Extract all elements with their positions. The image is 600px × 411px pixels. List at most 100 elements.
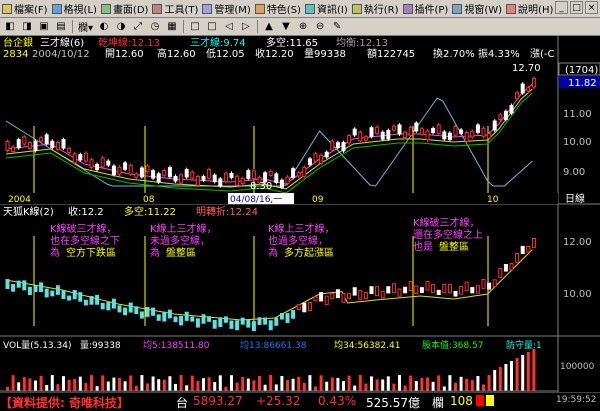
toolbar-button[interactable]: ⤢	[130, 20, 146, 34]
toolbar-button[interactable]: ▦	[164, 20, 180, 34]
mid-turn: 明轉折:12.24	[196, 205, 258, 218]
volume-bar	[504, 364, 508, 391]
toolbar-button[interactable]: ✎	[329, 20, 345, 34]
menu-item[interactable]: 執行(R)	[350, 0, 401, 17]
index-label: 台	[176, 396, 189, 410]
turnover-value: 換2.70%	[433, 48, 475, 60]
volume-bar	[101, 375, 105, 391]
menu-item[interactable]: 特色(S)	[253, 0, 303, 17]
volume-bar	[62, 376, 65, 391]
toolbar-button[interactable]: ◑	[113, 20, 129, 34]
candle	[526, 87, 531, 92]
mid-candle	[235, 320, 240, 331]
volume-bar	[269, 375, 273, 391]
chart-area[interactable]: 台企銀 三才線(6) 乾坤線:12.13 三才線:9.74 多空:11.65 均…	[0, 36, 600, 409]
mid-candle	[425, 280, 430, 291]
candle	[201, 176, 206, 181]
candle	[16, 139, 21, 149]
volume-bar	[118, 377, 121, 391]
x-label: 10	[487, 195, 499, 205]
menu-item[interactable]: 視窗(W)	[450, 0, 504, 17]
volume-bar	[498, 367, 502, 391]
candle	[156, 173, 161, 183]
mid-candle	[408, 281, 413, 291]
menu-item[interactable]: 說明(H)	[504, 0, 555, 17]
volume-bar	[431, 381, 435, 391]
toolbar-button[interactable]: ▤	[53, 20, 69, 34]
candle	[167, 167, 172, 178]
mid-candle	[274, 317, 279, 326]
candle	[134, 173, 139, 178]
volume-bar	[34, 380, 37, 391]
qiankun-value: 乾坤線:12.13	[98, 36, 160, 49]
volume-bar	[213, 382, 217, 391]
toolbar-button[interactable]: □	[187, 20, 203, 34]
toolbar-button[interactable]: ▷	[238, 20, 254, 34]
volume-bar	[168, 376, 172, 391]
minimize-button[interactable]: _	[555, 1, 568, 14]
candle	[39, 137, 44, 142]
menu-item[interactable]: 格視(L)	[50, 0, 99, 17]
menu-item[interactable]: 工具(T)	[150, 0, 200, 17]
menu-label: 檔案(F)	[14, 5, 48, 16]
junxin-value: 均衡:12.13	[336, 37, 388, 49]
status-bar: 【資料提供: 奇唯科技】 台 5893.27 +25.32 0.43% 525.…	[0, 392, 600, 410]
mid-candle	[67, 295, 72, 301]
menu-label: 視窗(W)	[464, 5, 503, 16]
menu-icon	[452, 3, 463, 14]
toolbar-button[interactable]: ▼	[278, 20, 294, 34]
note-text: 還在多空線之上	[413, 228, 483, 241]
toolbar-button[interactable]: ⊕	[295, 20, 311, 34]
mid-candle	[431, 284, 436, 294]
toolbar-separator	[72, 20, 73, 33]
vol-defense: 防守量:1	[506, 339, 542, 351]
candle	[470, 130, 475, 138]
toolbar-button[interactable]: ▣	[36, 20, 52, 34]
volume-bar	[437, 375, 441, 391]
menu-item[interactable]: 檔案(F)	[0, 0, 50, 17]
vol-ma5: 均5:138511.80	[143, 339, 210, 351]
mid-candle	[190, 316, 195, 322]
indicator-name: 三才線(6)	[40, 36, 84, 49]
mid-candle	[291, 310, 296, 319]
toolbar-button[interactable]: 欄▾	[76, 20, 95, 34]
mid-candle	[39, 282, 44, 293]
menu-item[interactable]: 插件(P)	[401, 0, 451, 17]
volume-bar	[274, 384, 278, 391]
close-button[interactable]: ×	[585, 1, 598, 14]
toolbar-button[interactable]: ▲	[261, 20, 277, 34]
toolbar-button[interactable]: □	[204, 20, 220, 34]
menu-items: 檔案(F) 格視(L) 畫面(D) 工具(T) 管理(M) 特色(S) 資訊(I) 執行(R)…	[0, 0, 555, 17]
volume-bar	[381, 379, 385, 391]
candle	[352, 128, 357, 136]
mid-candle	[520, 245, 525, 255]
candle	[509, 105, 514, 114]
volume-bar	[252, 380, 256, 391]
toolbar-button[interactable]: ◐	[96, 20, 112, 34]
mid-candle	[330, 293, 335, 299]
mid-candle	[324, 295, 329, 306]
menu-item[interactable]: 畫面(D)	[99, 0, 151, 17]
mid-candle	[145, 306, 150, 317]
toolbar-button[interactable]: ◨	[19, 20, 35, 34]
mid-candle	[257, 317, 262, 325]
volume-bar	[179, 375, 183, 391]
index-pct: 0.43%	[318, 394, 357, 408]
toolbar-button[interactable]: ◷	[147, 20, 163, 34]
mid-candle	[263, 317, 268, 325]
toolbar-button[interactable]: ◧	[2, 20, 18, 34]
menu-label: 特色(S)	[266, 5, 301, 16]
mid-candle	[515, 252, 520, 263]
mid-candle	[78, 292, 83, 302]
menu-icon	[100, 3, 111, 14]
toolbar-button[interactable]: ◁	[221, 20, 237, 34]
restore-button[interactable]: □	[570, 1, 583, 14]
toolbar-button[interactable]: ⊖	[312, 20, 328, 34]
candle	[492, 120, 497, 131]
volume-bar	[442, 386, 446, 391]
menu-item[interactable]: 管理(M)	[200, 0, 252, 17]
volume-bar	[325, 381, 329, 391]
mid-candle	[223, 316, 228, 323]
menu-item[interactable]: 資訊(I)	[303, 0, 350, 17]
mid-candle	[11, 283, 16, 292]
